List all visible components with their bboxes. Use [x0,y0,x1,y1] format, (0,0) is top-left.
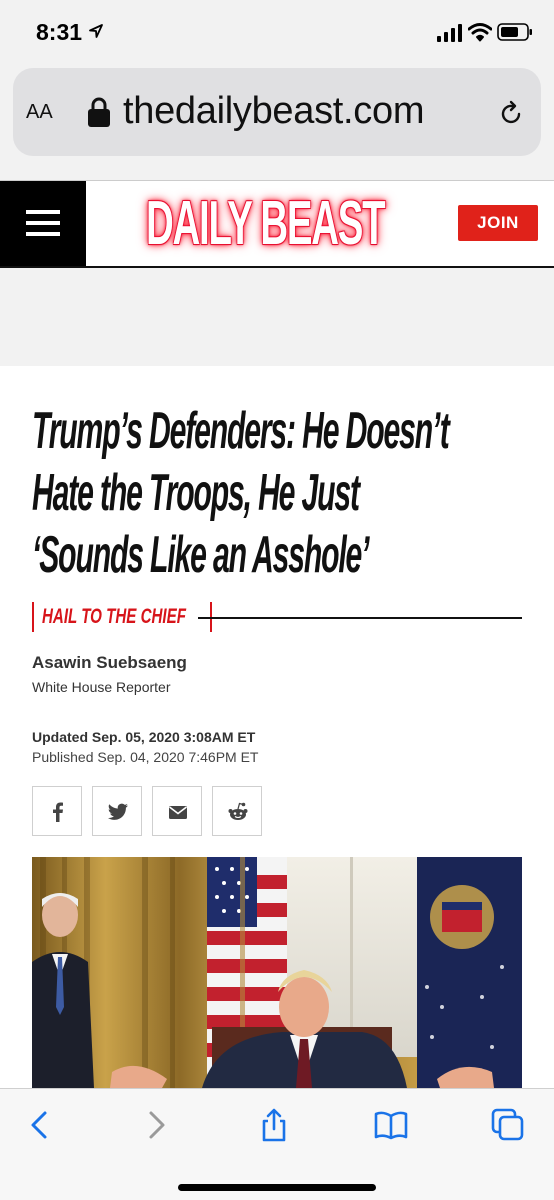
section-divider [198,617,522,619]
location-arrow-icon [89,24,103,38]
published-timestamp: Published Sep. 04, 2020 7:46PM ET [32,749,259,765]
battery-icon [497,23,532,41]
menu-button[interactable] [0,181,86,266]
site-logo[interactable]: DAILY BEAST [146,191,386,257]
browser-toolbar [0,1088,554,1200]
bookmarks-icon[interactable] [373,1107,409,1143]
forward-icon[interactable] [138,1107,174,1143]
reddit-icon [228,802,248,820]
back-icon[interactable] [22,1107,58,1143]
article-headline: Trump’s Defenders: He Doesn’t Hate the T… [32,400,554,586]
home-indicator [178,1184,376,1191]
share-icon[interactable] [256,1107,292,1143]
cellular-signal-icon [437,24,462,42]
share-facebook-button[interactable] [32,786,82,836]
share-twitter-button[interactable] [92,786,142,836]
share-reddit-button[interactable] [212,786,262,836]
reader-options-button[interactable]: AA [26,101,53,124]
url-text[interactable]: thedailybeast.com [123,90,424,133]
hamburger-icon [26,210,60,214]
twitter-icon [108,803,128,820]
hamburger-icon-bar [26,232,60,236]
headline-line: ‘Sounds Like an Asshole’ [32,526,370,584]
article-hero-image[interactable] [32,857,522,1088]
share-email-button[interactable] [152,786,202,836]
author-title: White House Reporter [32,679,171,695]
headline-line: Hate the Troops, He Just [32,464,360,522]
status-bar: 8:31 [0,0,554,66]
address-bar[interactable]: AA thedailybeast.com [13,68,541,156]
hero-photo-graphic [32,857,522,1088]
status-time: 8:31 [36,19,83,45]
lock-icon [88,97,110,127]
section-tag-label: HAIL TO THE CHIEF [42,605,186,628]
site-header: DAILY BEAST JOIN [0,180,554,268]
wifi-icon [468,23,492,42]
updated-timestamp: Updated Sep. 05, 2020 3:08AM ET [32,729,256,745]
reload-icon[interactable] [500,100,524,126]
section-label-row: HAIL TO THE CHIEF [32,602,522,632]
section-tag[interactable]: HAIL TO THE CHIEF [32,602,212,632]
tabs-icon[interactable] [490,1107,526,1143]
author-name[interactable]: Asawin Suebsaeng [32,653,187,673]
browser-address-area: AA thedailybeast.com [0,66,554,180]
hamburger-icon-bar [26,221,60,225]
facebook-icon [53,802,63,822]
ad-placeholder [0,268,554,366]
join-button[interactable]: JOIN [458,205,538,241]
headline-line: Trump’s Defenders: He Doesn’t [32,402,450,460]
email-icon [169,806,187,819]
